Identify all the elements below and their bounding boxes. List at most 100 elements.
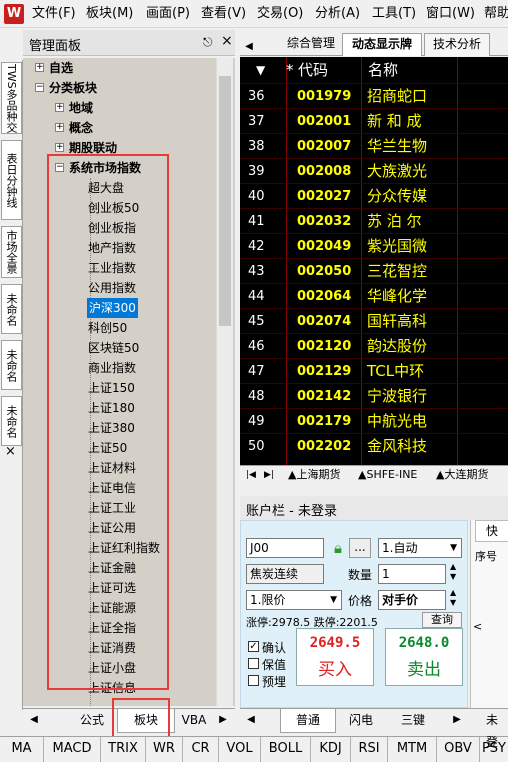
- indicator-boll[interactable]: BOLL: [261, 737, 311, 762]
- quote-row[interactable]: 40 002027 分众传媒: [240, 183, 508, 208]
- indicator-mtm[interactable]: MTM: [388, 737, 437, 762]
- quote-row[interactable]: 44 002064 华峰化学: [240, 283, 508, 308]
- quote-row[interactable]: 45 002074 国轩高科: [240, 308, 508, 333]
- tree-scrollbar[interactable]: [216, 58, 233, 706]
- stock-name: 大族激光: [367, 162, 428, 180]
- indicator-macd[interactable]: MACD: [44, 737, 101, 762]
- lock-icon[interactable]: 🔒︎: [329, 538, 347, 558]
- vtab-tws[interactable]: TWS多品种交: [1, 62, 22, 134]
- tab-overview[interactable]: 综合管理: [278, 33, 344, 56]
- collapse-icon[interactable]: −: [35, 83, 44, 92]
- close-icon[interactable]: ×: [221, 33, 233, 49]
- price-input[interactable]: 对手价: [378, 590, 446, 610]
- price-stepper-icon[interactable]: ▲ ▼: [450, 588, 456, 608]
- quote-row[interactable]: 37 002001 新 和 成: [240, 108, 508, 133]
- expand-icon[interactable]: +: [55, 143, 64, 152]
- tab-scroll-left-icon[interactable]: ◀: [242, 36, 256, 59]
- market-tab-ine[interactable]: ▲SHFE-INE: [358, 466, 417, 485]
- indicator-wr[interactable]: WR: [146, 737, 183, 762]
- market-tab-shfe[interactable]: ▲上海期货: [288, 466, 340, 485]
- price-type-select[interactable]: 1.限价 ▼: [246, 590, 342, 610]
- vtab-market-overview[interactable]: 市场全景: [1, 226, 22, 278]
- menu-view[interactable]: 查看(V): [201, 0, 246, 28]
- chevron-down-icon[interactable]: ▼: [450, 539, 457, 557]
- scroll-left-icon[interactable]: ◀: [27, 709, 41, 733]
- quote-row[interactable]: 46 002120 韵达股份: [240, 333, 508, 358]
- market-scroll-left-icon[interactable]: |◀: [246, 466, 256, 485]
- scrollbar-thumb[interactable]: [219, 76, 231, 326]
- header-star[interactable]: *: [286, 57, 294, 84]
- indicator-obv[interactable]: OBV: [437, 737, 480, 762]
- indicator-trix[interactable]: TRIX: [101, 737, 146, 762]
- confirm-checkbox[interactable]: ✓: [248, 641, 259, 652]
- vtab-daily-minute[interactable]: 表日分钟线: [1, 140, 22, 220]
- contract-input[interactable]: J00: [246, 538, 324, 558]
- orders-side-panel: 快 序号 <: [470, 520, 508, 708]
- header-name[interactable]: 名称: [368, 57, 398, 84]
- indicator-kdj[interactable]: KDJ: [311, 737, 351, 762]
- chevron-down-icon[interactable]: ▼: [330, 591, 337, 609]
- quote-row[interactable]: 47 002129 TCL中环: [240, 358, 508, 383]
- quote-row[interactable]: 48 002142 宁波银行: [240, 383, 508, 408]
- tab-normal[interactable]: 普通: [280, 709, 336, 733]
- header-code[interactable]: 代码: [298, 57, 328, 84]
- quote-row[interactable]: 36 001979 招商蛇口: [240, 83, 508, 108]
- hedge-checkbox[interactable]: [248, 658, 259, 669]
- indicator-vol[interactable]: VOL: [219, 737, 261, 762]
- market-scroll-right-icon[interactable]: ▶|: [264, 466, 274, 485]
- menu-help[interactable]: 帮助: [484, 0, 508, 28]
- app-logo-icon[interactable]: W: [4, 4, 24, 24]
- highlight-box-index-list: [47, 154, 169, 690]
- tab-flash[interactable]: 闪电: [336, 709, 386, 733]
- sort-icon[interactable]: ▼: [256, 57, 265, 84]
- tab-vba[interactable]: VBA: [173, 709, 215, 733]
- preset-checkbox[interactable]: [248, 675, 259, 686]
- menu-file[interactable]: 文件(F): [32, 0, 76, 28]
- quote-row[interactable]: 42 002049 紫光国微: [240, 233, 508, 258]
- collapse-left-icon[interactable]: <: [473, 620, 482, 633]
- quote-row[interactable]: 39 002008 大族激光: [240, 158, 508, 183]
- quote-row[interactable]: 38 002007 华兰生物: [240, 133, 508, 158]
- quick-tab[interactable]: 快: [475, 520, 508, 542]
- expand-icon[interactable]: +: [55, 123, 64, 132]
- qty-stepper-icon[interactable]: ▲ ▼: [450, 562, 456, 582]
- qty-input[interactable]: 1: [378, 564, 446, 584]
- more-button[interactable]: ...: [349, 538, 371, 558]
- order-tab-right-icon[interactable]: ▶: [450, 709, 464, 733]
- stock-code: 002179: [297, 414, 352, 429]
- vtab-unnamed-2[interactable]: 未命名: [1, 340, 22, 390]
- expand-icon[interactable]: +: [35, 63, 44, 72]
- indicator-ma[interactable]: MA: [0, 737, 44, 762]
- quote-row[interactable]: 49 002179 中航光电: [240, 408, 508, 433]
- menu-tools[interactable]: 工具(T): [372, 0, 416, 28]
- menu-trade[interactable]: 交易(O): [257, 0, 303, 28]
- vtab-unnamed-1[interactable]: 未命名: [1, 284, 22, 334]
- stock-code: 002032: [297, 214, 352, 229]
- market-tab-dce[interactable]: ▲大连期货: [436, 466, 488, 485]
- mode-select[interactable]: 1.自动 ▼: [378, 538, 462, 558]
- menu-sector[interactable]: 板块(M): [86, 0, 133, 28]
- expand-icon[interactable]: +: [55, 103, 64, 112]
- quote-row[interactable]: 43 002050 三花智控: [240, 258, 508, 283]
- row-number: 43: [248, 264, 265, 279]
- query-button[interactable]: 查询: [422, 612, 462, 628]
- quote-row[interactable]: 50 002202 金风科技: [240, 433, 508, 458]
- buy-button[interactable]: 2649.5 买入: [296, 628, 374, 686]
- pin-icon[interactable]: ⎋: [203, 35, 213, 50]
- scroll-right-icon[interactable]: ▶: [216, 709, 230, 733]
- vtab-unnamed-3[interactable]: 未命名: [1, 396, 22, 446]
- buy-price: 2649.5: [309, 635, 361, 651]
- indicator-rsi[interactable]: RSI: [351, 737, 388, 762]
- menu-view-screen[interactable]: 画面(P): [146, 0, 190, 28]
- tab-dynamic-board[interactable]: 动态显示牌: [342, 33, 422, 56]
- tab-three-key[interactable]: 三键: [388, 709, 438, 733]
- menu-window[interactable]: 窗口(W): [426, 0, 475, 28]
- vtab-close-icon[interactable]: ×: [5, 444, 16, 459]
- indicator-cr[interactable]: CR: [183, 737, 219, 762]
- order-tab-left-icon[interactable]: ◀: [244, 709, 258, 733]
- quote-row[interactable]: 41 002032 苏 泊 尔: [240, 208, 508, 233]
- sell-button[interactable]: 2648.0 卖出: [385, 628, 463, 686]
- not-logged-tab[interactable]: 未登: [486, 709, 508, 749]
- tab-technical[interactable]: 技术分析: [424, 33, 490, 56]
- menu-analysis[interactable]: 分析(A): [315, 0, 360, 28]
